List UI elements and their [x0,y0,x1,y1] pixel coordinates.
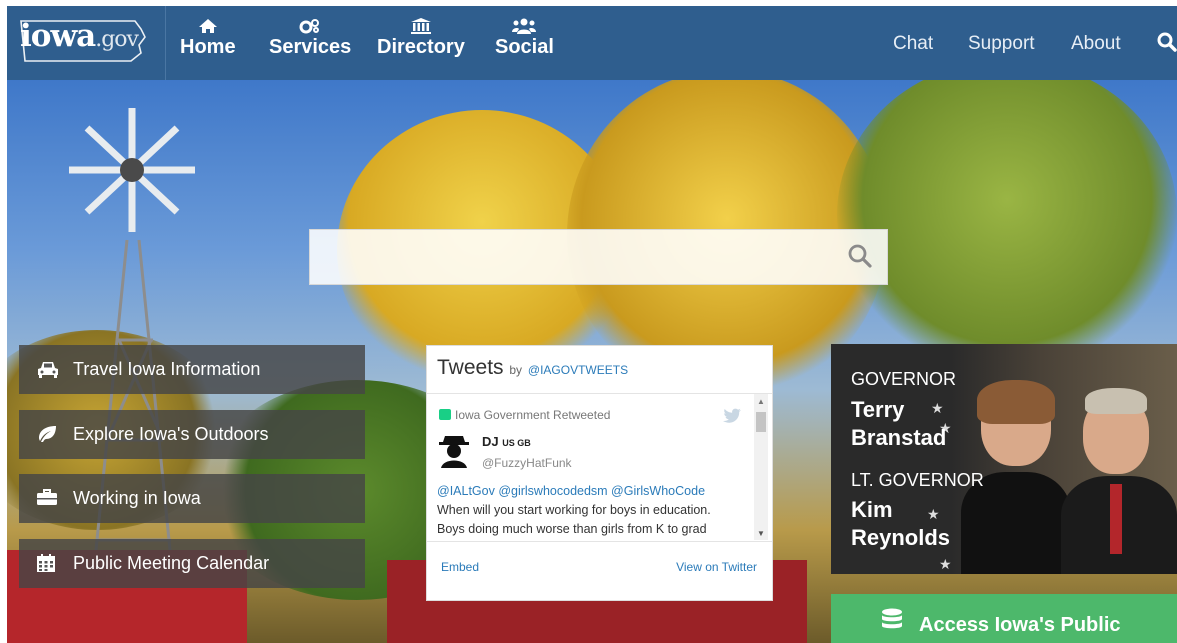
twitter-timeline-widget: Tweets by @IAGOVTWEETS Iowa Government R… [426,345,773,601]
tweets-heading: Tweets by @IAGOVTWEETS [437,356,628,380]
tweets-title: Tweets [437,356,504,379]
access-label: Access Iowa's Public [919,614,1121,636]
scroll-up-arrow-icon[interactable]: ▲ [757,397,765,406]
database-icon [882,608,902,629]
lt-governor-title: LT. GOVERNOR [851,470,984,490]
view-on-twitter-link[interactable]: View on Twitter [676,560,757,574]
search-icon[interactable] [847,243,873,269]
lt-governor-name[interactable]: Kim Reynolds [851,496,950,552]
governor-first-name: Terry [851,397,905,422]
nav-home-label: Home [180,36,236,58]
tweet-text-line: When will you start working for boys in … [437,503,711,517]
lt-governor-last-name: Reynolds [851,525,951,550]
tweet-author-name[interactable]: DJ US GB [482,434,531,449]
hero-background: Travel Iowa Information Explore Iowa's O… [7,80,1177,643]
nav-services[interactable]: Services [269,18,351,59]
tile-explore-outdoors[interactable]: Explore Iowa's Outdoors [19,410,365,459]
about-link[interactable]: About [1071,33,1121,55]
portrait-person-hair [1085,388,1147,414]
tweet-author-handle[interactable]: @FuzzyHatFunk [482,456,572,470]
hero-search-input[interactable] [310,230,862,282]
tweets-handle-link[interactable]: @IAGOVTWEETS [528,363,628,377]
chat-link[interactable]: Chat [893,33,933,55]
retweet-icon [439,409,451,420]
governor-title: GOVERNOR [851,369,957,389]
users-icon [512,18,537,34]
tile-calendar-label: Public Meeting Calendar [73,553,270,573]
briefcase-icon [37,489,57,505]
tile-working-iowa[interactable]: Working in Iowa [19,474,365,523]
nav-social-label: Social [495,36,554,58]
retweet-label: Iowa Government Retweeted [455,408,611,422]
tile-meeting-calendar[interactable]: Public Meeting Calendar [19,539,365,588]
logo-main-text: iowa [20,18,96,54]
divider [427,393,772,394]
nav-directory-label: Directory [377,36,465,58]
retweet-notice: Iowa Government Retweeted [439,408,610,422]
governor-name[interactable]: Terry Branstad [851,396,946,452]
portrait-person-hair [977,380,1055,424]
tile-travel-label: Travel Iowa Information [73,359,261,379]
access-public-data-button[interactable]: Access Iowa's Public [831,594,1177,643]
embed-link[interactable]: Embed [441,560,479,574]
tweets-by: by [509,363,523,377]
star-icon: ★ [939,556,952,572]
tile-explore-label: Explore Iowa's Outdoors [73,424,269,444]
car-icon [38,362,58,378]
avatar[interactable] [437,432,471,468]
tile-travel-iowa[interactable]: Travel Iowa Information [19,345,365,394]
calendar-icon [37,554,55,572]
twitter-bird-icon[interactable] [723,408,741,423]
iowa-gov-logo[interactable]: iowa.gov [7,6,166,80]
top-navigation-bar: iowa.gov Home Services Directory Social … [7,6,1177,80]
tree-foliage [837,80,1177,370]
lt-governor-first-name: Kim [851,497,893,522]
tweet-author-flags: US GB [502,438,531,448]
scroll-down-arrow-icon[interactable]: ▼ [757,529,765,538]
hero-search-box[interactable] [309,229,888,285]
home-icon [198,19,217,33]
tweets-scrollbar[interactable]: ▲ ▼ [754,394,768,540]
officials-panel[interactable]: ★ ★ ★ ★ GOVERNOR Terry Branstad LT. GOVE… [831,344,1177,574]
nav-services-label: Services [269,36,352,58]
gears-icon [299,19,320,34]
logo-suffix-text: .gov [95,27,139,52]
tweet-author-name-text: DJ [482,434,499,449]
nav-home[interactable]: Home [180,18,236,59]
tile-working-label: Working in Iowa [73,488,201,508]
scrollbar-thumb[interactable] [756,412,766,432]
governor-last-name: Branstad [851,425,947,450]
building-icon [410,18,431,34]
portrait-tie [1110,484,1122,554]
nav-social[interactable]: Social [495,18,554,59]
nav-directory[interactable]: Directory [377,18,465,59]
search-icon[interactable] [1157,32,1177,52]
support-link[interactable]: Support [968,33,1035,55]
tweet-body: @IALtGov @girlswhocodedsm @GirlsWhoCode … [437,482,757,539]
leaf-icon [39,426,56,442]
tweet-mentions[interactable]: @IALtGov @girlswhocodedsm @GirlsWhoCode [437,482,757,501]
tweet-text-line: Boys doing much worse than girls from K … [437,522,707,536]
divider [427,541,772,542]
